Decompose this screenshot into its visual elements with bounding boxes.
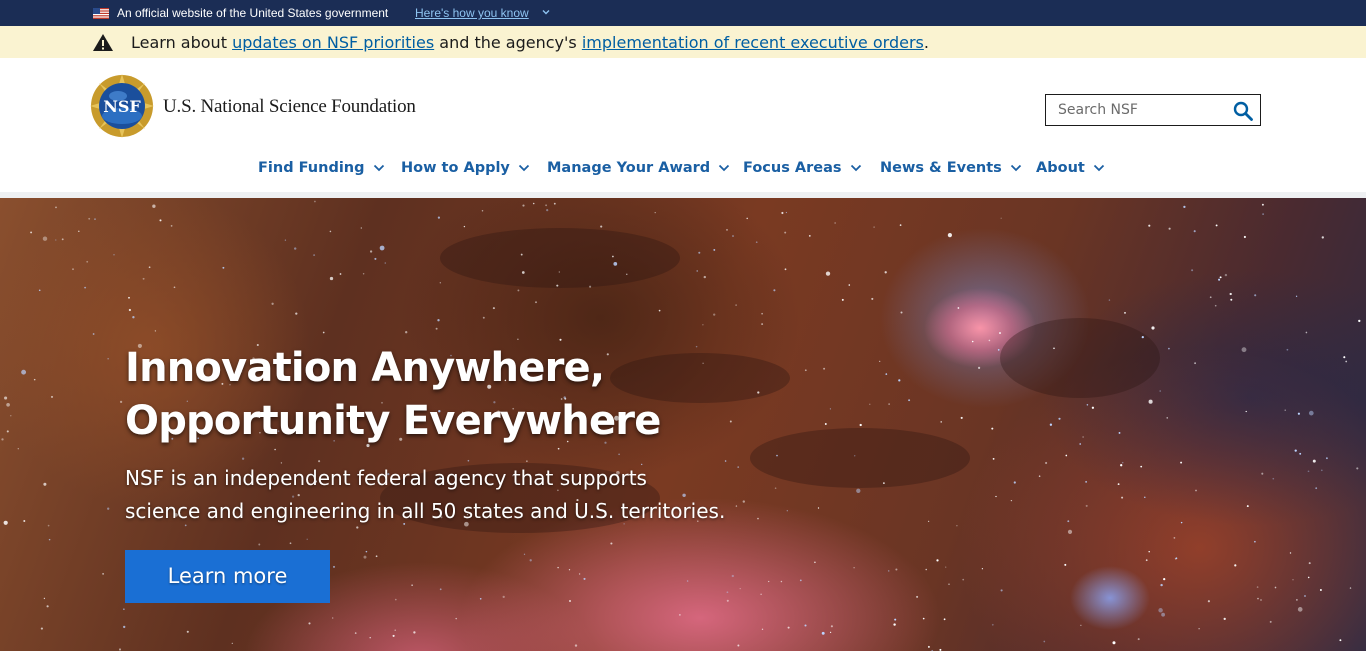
alert-message: Learn about updates on NSF priorities an… (131, 33, 929, 52)
nav-label: News & Events (880, 160, 1002, 176)
alert-prefix: Learn about (131, 33, 233, 52)
nav-label: Manage Your Award (547, 160, 711, 176)
us-flag-icon (93, 8, 109, 19)
chevron-down-icon (1093, 164, 1104, 172)
nav-label: How to Apply (401, 160, 510, 176)
chevron-down-icon (719, 164, 730, 172)
alert-bar: Learn about updates on NSF priorities an… (0, 26, 1366, 58)
chevron-down-icon[interactable] (541, 7, 551, 17)
nav-how-to-apply[interactable]: How to Apply (401, 158, 530, 178)
hero-title-line: Opportunity Everywhere (125, 398, 661, 444)
nav-find-funding[interactable]: Find Funding (258, 158, 385, 178)
gov-banner: An official website of the United States… (0, 0, 1366, 26)
site-name[interactable]: U.S. National Science Foundation (163, 96, 416, 118)
nav-focus-areas[interactable]: Focus Areas (743, 158, 862, 178)
chevron-down-icon (373, 164, 384, 172)
nav-news-events[interactable]: News & Events (880, 158, 1022, 178)
alert-suffix: . (923, 33, 929, 52)
chevron-down-icon (850, 164, 861, 172)
search-input[interactable] (1046, 95, 1226, 125)
nav-label: Focus Areas (743, 160, 842, 176)
hero-desc-line: science and engineering in all 50 states… (125, 499, 726, 523)
search-box (1045, 94, 1261, 126)
hero-banner: Innovation Anywhere, Opportunity Everywh… (0, 198, 1366, 651)
hero-title: Innovation Anywhere, Opportunity Everywh… (125, 342, 745, 448)
hero-title-line: Innovation Anywhere, (125, 345, 605, 391)
hero-description: NSF is an independent federal agency tha… (125, 462, 725, 528)
nsf-logo-icon[interactable]: NSF (90, 74, 154, 138)
nsf-priorities-link[interactable]: updates on NSF priorities (232, 33, 434, 52)
alert-middle: and the agency's (434, 33, 582, 52)
chevron-down-icon (518, 164, 530, 172)
nav-about[interactable]: About (1036, 158, 1105, 178)
executive-orders-link[interactable]: implementation of recent executive order… (582, 33, 924, 52)
nav-label: Find Funding (258, 160, 365, 176)
search-icon[interactable] (1232, 100, 1254, 122)
nav-label: About (1036, 160, 1085, 176)
heres-how-you-know-link[interactable]: Here's how you know (415, 6, 529, 20)
logo-lettering: NSF (103, 97, 141, 116)
warning-icon (93, 34, 113, 51)
learn-more-button[interactable]: Learn more (125, 550, 330, 603)
chevron-down-icon (1010, 164, 1021, 172)
main-nav: Find Funding How to Apply Manage Your Aw… (0, 154, 1366, 182)
site-header: NSF U.S. National Science Foundation Fin… (0, 58, 1366, 194)
gov-banner-text: An official website of the United States… (117, 6, 389, 20)
hero-desc-line: NSF is an independent federal agency tha… (125, 466, 647, 490)
nav-manage-your-award[interactable]: Manage Your Award (547, 158, 730, 178)
